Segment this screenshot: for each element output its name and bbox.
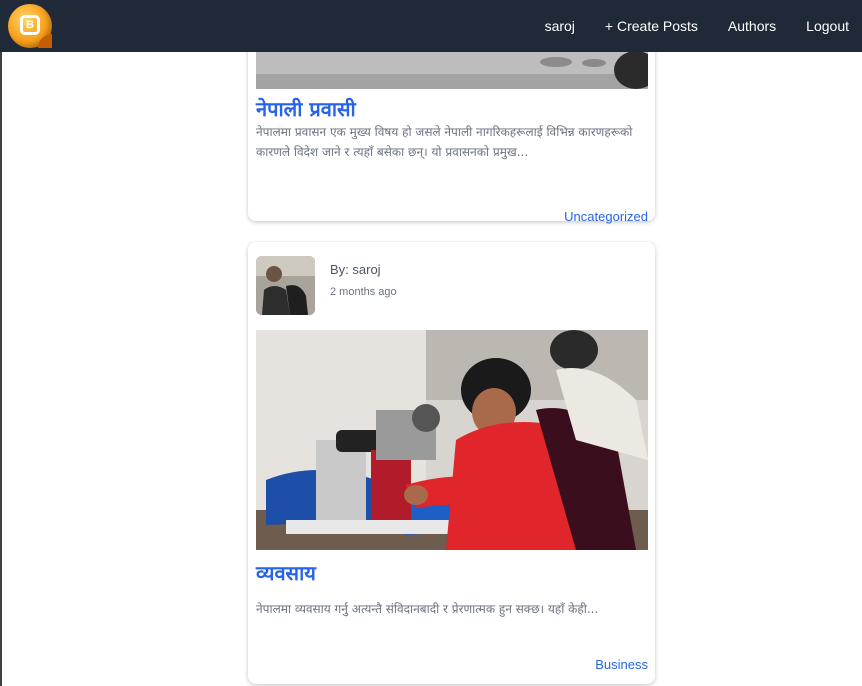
post-card: By: saroj 2 months ago व्यवसाय नेपालमा व… — [248, 242, 655, 684]
nav-create-posts-link[interactable]: + Create Posts — [605, 18, 698, 34]
post-excerpt: नेपालमा व्यवसाय गर्नु अत्यन्तै संविदानबा… — [256, 602, 599, 616]
nav-logout-link[interactable]: Logout — [806, 18, 849, 34]
post-category-link[interactable]: Business — [595, 657, 648, 672]
post-image[interactable] — [256, 52, 648, 89]
window-edge — [0, 0, 2, 686]
nav-links: saroj + Create Posts Authors Logout — [515, 18, 849, 34]
logo-b-glyph: B — [20, 15, 40, 35]
logo-curl — [38, 34, 52, 48]
post-title[interactable]: व्यवसाय — [256, 559, 316, 586]
nav-authors-link[interactable]: Authors — [728, 18, 776, 34]
post-timestamp: 2 months ago — [330, 286, 397, 298]
post-title[interactable]: नेपाली प्रवासी — [256, 95, 356, 122]
nav-user-link[interactable]: saroj — [545, 18, 575, 34]
top-navbar: B saroj + Create Posts Authors Logout — [0, 0, 862, 52]
post-image-art — [256, 330, 648, 550]
post-author: By: saroj — [330, 262, 381, 277]
avatar-photo — [256, 256, 315, 315]
post-image[interactable] — [256, 330, 648, 550]
post-category-link[interactable]: Uncategorized — [564, 209, 648, 224]
post-image-art — [256, 52, 648, 89]
blogger-logo-icon[interactable]: B — [8, 4, 52, 48]
author-avatar[interactable] — [256, 256, 315, 315]
post-excerpt: नेपालमा प्रवासन एक मुख्य विषय हो जसले ने… — [256, 125, 633, 159]
